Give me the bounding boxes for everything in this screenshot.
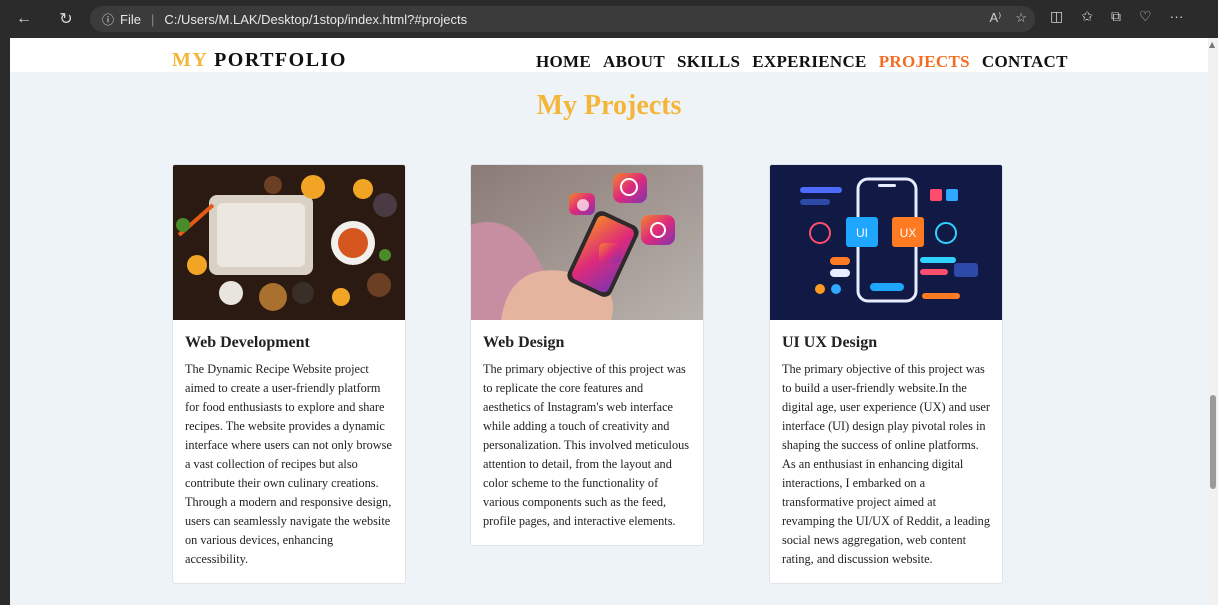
section-title: My Projects (536, 90, 682, 121)
back-arrow-icon[interactable]: ← (12, 7, 36, 31)
collections-icon[interactable]: ⧉ (1111, 8, 1121, 25)
nav-contact[interactable]: CONTACT (982, 52, 1068, 72)
site-logo[interactable]: MY PORTFOLIO (172, 49, 347, 72)
split-screen-icon[interactable]: ◫ (1050, 8, 1063, 25)
address-separator: | (150, 11, 155, 27)
nav-projects[interactable]: PROJECTS (879, 52, 970, 72)
nav-about[interactable]: ABOUT (603, 52, 665, 72)
favorite-star-icon[interactable]: ☆ (1015, 10, 1027, 26)
more-options-icon[interactable]: ··· (1170, 8, 1184, 25)
favorites-icon[interactable]: ✩ (1081, 8, 1093, 25)
logo-my: MY (172, 49, 208, 71)
project-title: Web Design (483, 334, 565, 351)
nav-experience[interactable]: EXPERIENCE (752, 52, 866, 72)
site-header: MY PORTFOLIO HOME ABOUT SKILLS EXPERIENC… (10, 38, 1208, 72)
project-description: The primary objective of this project wa… (782, 362, 990, 566)
project-title: Web Development (185, 334, 310, 351)
project-card-web-design: Web Design The primary objective of this… (470, 164, 704, 546)
ui-ux-phone-image: UI UX (770, 165, 1002, 320)
scroll-up-arrow-icon[interactable]: ▲ (1209, 40, 1215, 49)
nav-skills[interactable]: SKILLS (677, 52, 740, 72)
browser-toolbar: ← ↻ ⓘ File | C:/Users/M.LAK/Desktop/1sto… (0, 0, 1218, 38)
vertical-scrollbar[interactable]: ▲ (1208, 38, 1218, 605)
project-card-ui-ux-design: UI UX UI UX Design The primary objective… (769, 164, 1003, 584)
instagram-phone-image (471, 165, 703, 320)
main-nav: HOME ABOUT SKILLS EXPERIENCE PROJECTS CO… (536, 52, 1068, 72)
nav-home[interactable]: HOME (536, 52, 591, 72)
scrollbar-thumb[interactable] (1210, 395, 1216, 489)
project-card-web-development: Web Development The Dynamic Recipe Websi… (172, 164, 406, 584)
ux-label: UX (900, 226, 917, 240)
project-title: UI UX Design (782, 334, 878, 351)
project-description: The primary objective of this project wa… (483, 362, 690, 528)
url-text[interactable]: C:/Users/M.LAK/Desktop/1stop/index.html?… (164, 12, 467, 27)
page-viewport: MY PORTFOLIO HOME ABOUT SKILLS EXPERIENC… (10, 38, 1208, 605)
heart-icon[interactable]: ♡ (1139, 8, 1152, 25)
info-icon[interactable]: ⓘ (102, 11, 114, 28)
file-label: File (120, 11, 141, 27)
read-aloud-icon[interactable]: A⁾ (989, 10, 1001, 26)
recipe-image (173, 165, 405, 320)
address-bar[interactable]: ⓘ File | C:/Users/M.LAK/Desktop/1stop/in… (90, 6, 1035, 32)
refresh-icon[interactable]: ↻ (54, 7, 78, 31)
ui-label: UI (856, 226, 868, 240)
project-description: The Dynamic Recipe Website project aimed… (185, 362, 392, 566)
logo-portfolio: PORTFOLIO (214, 49, 347, 71)
